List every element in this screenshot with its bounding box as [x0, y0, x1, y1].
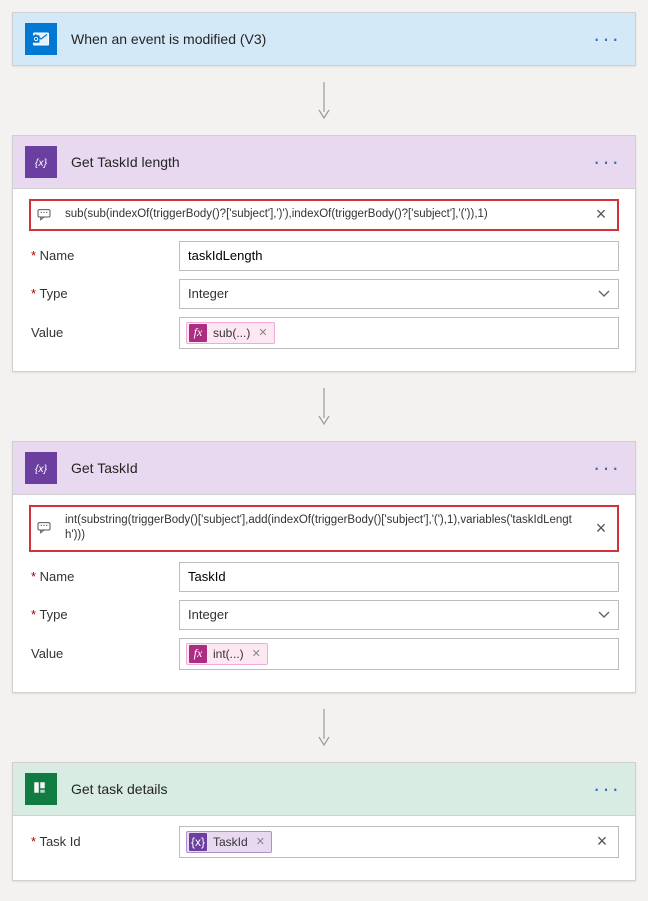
connector-arrow	[12, 380, 636, 441]
value-field-row: Value fx int(...) ✕	[29, 638, 619, 670]
step-trigger-card[interactable]: When an event is modified (V3) ···	[12, 12, 636, 66]
name-input[interactable]	[179, 562, 619, 592]
type-value: Integer	[188, 607, 228, 622]
pill-text: sub(...)	[213, 326, 250, 340]
card-title: Get TaskId length	[71, 154, 577, 170]
close-icon[interactable]: ×	[591, 204, 611, 225]
variable-pill[interactable]: {x} TaskId ✕	[186, 831, 272, 853]
type-label: Type	[29, 286, 179, 301]
variable-icon: {x}	[189, 833, 207, 851]
fx-icon: fx	[189, 324, 207, 342]
close-icon[interactable]: ×	[591, 518, 611, 539]
type-field-row: Type Integer	[29, 600, 619, 630]
value-input[interactable]: fx int(...) ✕	[179, 638, 619, 670]
type-label: Type	[29, 607, 179, 622]
type-field-row: Type Integer	[29, 279, 619, 309]
card-body: sub(sub(indexOf(triggerBody()?['subject'…	[13, 188, 635, 371]
pill-remove-icon[interactable]: ✕	[252, 647, 261, 660]
pill-remove-icon[interactable]: ✕	[256, 835, 265, 848]
name-label: Name	[29, 569, 179, 584]
speech-icon	[33, 204, 55, 226]
fx-icon: fx	[189, 645, 207, 663]
taskid-field-row: Task Id {x} TaskId ✕ ×	[29, 826, 619, 858]
expression-preview-row: sub(sub(indexOf(triggerBody()?['subject'…	[29, 199, 619, 231]
card-header[interactable]: {x} Get TaskId length ···	[13, 136, 635, 188]
planner-icon	[25, 773, 57, 805]
more-menu-button[interactable]: ···	[591, 780, 623, 798]
type-select[interactable]: Integer	[179, 600, 619, 630]
more-menu-button[interactable]: ···	[591, 459, 623, 477]
value-input[interactable]: fx sub(...) ✕	[179, 317, 619, 349]
variable-icon: {x}	[25, 452, 57, 484]
value-field-row: Value fx sub(...) ✕	[29, 317, 619, 349]
expression-pill[interactable]: fx int(...) ✕	[186, 643, 268, 665]
name-input[interactable]	[179, 241, 619, 271]
card-title: When an event is modified (V3)	[71, 31, 577, 47]
pill-remove-icon[interactable]: ✕	[258, 326, 267, 339]
step-get-taskid-card: {x} Get TaskId ··· int(substring(trigger…	[12, 441, 636, 693]
chevron-down-icon	[598, 288, 610, 300]
taskid-input[interactable]: {x} TaskId ✕ ×	[179, 826, 619, 858]
card-title: Get TaskId	[71, 460, 577, 476]
card-body: int(substring(triggerBody()['subject'],a…	[13, 494, 635, 692]
pill-text: int(...)	[213, 647, 244, 661]
card-header[interactable]: When an event is modified (V3) ···	[13, 13, 635, 65]
speech-icon	[33, 517, 55, 539]
variable-icon: {x}	[25, 146, 57, 178]
name-field-row: Name	[29, 241, 619, 271]
pill-text: TaskId	[213, 835, 248, 849]
expression-preview-row: int(substring(triggerBody()['subject'],a…	[29, 505, 619, 552]
expression-text: int(substring(triggerBody()['subject'],a…	[65, 509, 581, 548]
more-menu-button[interactable]: ···	[591, 153, 623, 171]
name-field-row: Name	[29, 562, 619, 592]
svg-text:{x}: {x}	[35, 462, 48, 474]
value-label: Value	[29, 325, 179, 340]
card-header[interactable]: Get task details ···	[13, 763, 635, 815]
card-header[interactable]: {x} Get TaskId ···	[13, 442, 635, 494]
more-menu-button[interactable]: ···	[591, 30, 623, 48]
value-label: Value	[29, 646, 179, 661]
svg-text:{x}: {x}	[35, 157, 48, 169]
name-label: Name	[29, 248, 179, 263]
step-get-task-details-card: Get task details ··· Task Id {x} TaskId …	[12, 762, 636, 881]
close-icon[interactable]: ×	[592, 831, 612, 852]
type-value: Integer	[188, 286, 228, 301]
taskid-label: Task Id	[29, 834, 179, 849]
type-select[interactable]: Integer	[179, 279, 619, 309]
connector-arrow	[12, 74, 636, 135]
connector-arrow	[12, 701, 636, 762]
expression-text: sub(sub(indexOf(triggerBody()?['subject'…	[65, 203, 581, 227]
outlook-icon	[25, 23, 57, 55]
step-get-taskid-length-card: {x} Get TaskId length ··· sub(sub(indexO…	[12, 135, 636, 372]
chevron-down-icon	[598, 609, 610, 621]
expression-pill[interactable]: fx sub(...) ✕	[186, 322, 275, 344]
card-body: Task Id {x} TaskId ✕ ×	[13, 815, 635, 880]
card-title: Get task details	[71, 781, 577, 797]
